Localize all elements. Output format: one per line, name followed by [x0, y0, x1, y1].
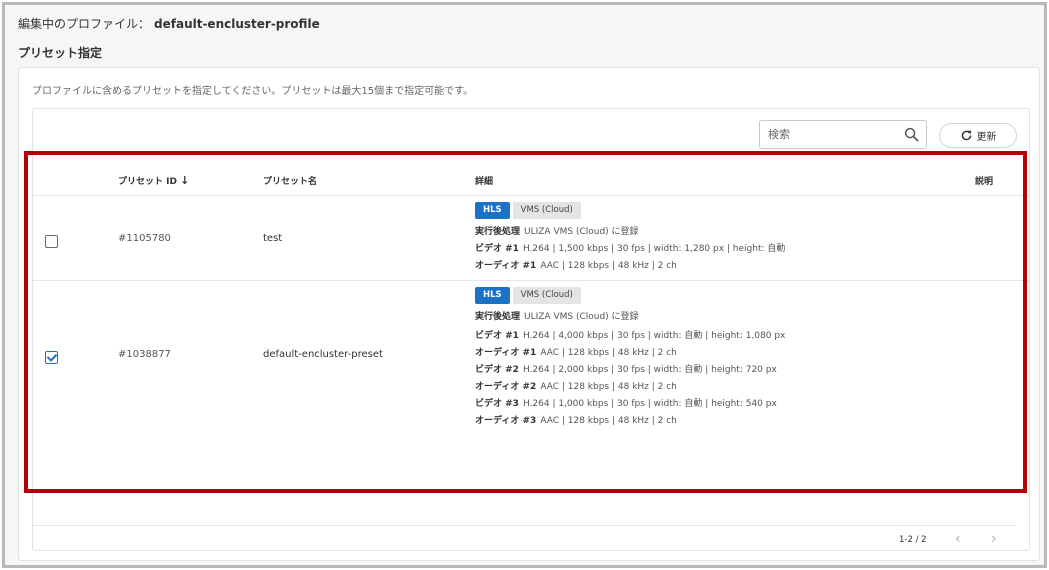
column-header-preset-name: プリセット名 [263, 177, 318, 187]
vms-badge: VMS (Cloud) [512, 287, 581, 304]
chevron-right-icon[interactable]: › [991, 531, 997, 547]
refresh-label: 更新 [976, 132, 997, 143]
detail-line: オーディオ #1 AAC | 128 kbps | 48 kHz | 2 ch [475, 345, 785, 362]
sort-down-arrow-icon: ↓ [180, 174, 190, 187]
detail-line: オーディオ #1 AAC | 128 kbps | 48 kHz | 2 ch [475, 258, 785, 275]
row-checkbox-cell [45, 233, 58, 252]
detail-line: 実行後処理 ULIZA VMS (Cloud) に登録 [475, 224, 785, 241]
section-title: プリセット指定 [18, 46, 103, 60]
table-row[interactable]: #1038877 default-encluster-preset HLS VM… [33, 281, 1029, 489]
table-footer: 1-2 / 2 ‹ › [33, 525, 1016, 551]
detail-value: AAC | 128 kbps | 48 kHz | 2 ch [540, 348, 677, 358]
detail-value: AAC | 128 kbps | 48 kHz | 2 ch [540, 382, 677, 392]
detail-line: オーディオ #2 AAC | 128 kbps | 48 kHz | 2 ch [475, 379, 785, 396]
refresh-button[interactable]: 更新 [939, 123, 1017, 148]
refresh-icon [961, 130, 971, 141]
detail-key: 実行後処理 [475, 312, 521, 322]
detail-value: H.264 | 2,000 kbps | 30 fps | width: 自動 … [522, 365, 777, 375]
detail-value: H.264 | 1,500 kbps | 30 fps | width: 1,2… [522, 244, 786, 254]
detail-key: ビデオ #1 [475, 244, 519, 254]
badge-group: HLS VMS (Cloud) [475, 287, 785, 304]
detail-line: オーディオ #3 AAC | 128 kbps | 48 kHz | 2 ch [475, 413, 785, 430]
column-header-detail: 詳細 [475, 177, 494, 187]
preset-id: #1105780 [118, 233, 171, 244]
preset-card: プロファイルに含めるプリセットを指定してください。プリセットは最大15個まで指定… [18, 67, 1040, 561]
detail-value: H.264 | 1,000 kbps | 30 fps | width: 自動 … [522, 399, 777, 409]
detail-key: ビデオ #2 [475, 365, 519, 375]
preset-name: test [263, 233, 283, 244]
preset-detail: HLS VMS (Cloud) 実行後処理 ULIZA VMS (Cloud) に… [475, 287, 785, 430]
detail-line: ビデオ #3 H.264 | 1,000 kbps | 30 fps | widt… [475, 396, 785, 413]
hls-badge: HLS [475, 202, 510, 219]
preset-table-panel: 更新 プリセット ID ↓ プリセット名 詳細 説明 #1105780 test [32, 108, 1030, 551]
detail-value: ULIZA VMS (Cloud) に登録 [524, 227, 639, 237]
detail-value: AAC | 128 kbps | 48 kHz | 2 ch [540, 261, 677, 271]
hls-badge: HLS [475, 287, 510, 304]
preset-id: #1038877 [118, 349, 171, 360]
vms-badge: VMS (Cloud) [512, 202, 581, 219]
detail-key: オーディオ #2 [475, 382, 537, 392]
detail-line: 実行後処理 ULIZA VMS (Cloud) に登録 [475, 309, 785, 326]
column-header-description: 説明 [975, 177, 994, 187]
row-checkbox[interactable] [45, 235, 58, 248]
profile-name: default-encluster-profile [154, 17, 320, 31]
preset-detail: HLS VMS (Cloud) 実行後処理 ULIZA VMS (Cloud) に… [475, 202, 785, 275]
profile-line: 編集中のプロファイル： default-encluster-profile [18, 15, 320, 32]
table-row[interactable]: #1105780 test HLS VMS (Cloud) 実行後処理 ULIZA… [33, 196, 1029, 281]
column-header-preset-id[interactable]: プリセット ID ↓ [118, 174, 189, 187]
detail-line: ビデオ #1 H.264 | 1,500 kbps | 30 fps | widt… [475, 241, 785, 258]
detail-key: ビデオ #1 [475, 331, 519, 341]
detail-value: AAC | 128 kbps | 48 kHz | 2 ch [540, 416, 677, 426]
page-frame: 編集中のプロファイル： default-encluster-profile プリセ… [2, 2, 1047, 568]
card-description: プロファイルに含めるプリセットを指定してください。プリセットは最大15個まで指定… [32, 86, 474, 97]
column-header-label: プリセット ID [118, 177, 177, 187]
search-box [759, 120, 927, 149]
detail-line: ビデオ #2 H.264 | 2,000 kbps | 30 fps | widt… [475, 362, 785, 379]
detail-key: 実行後処理 [475, 227, 521, 237]
search-input[interactable] [760, 121, 900, 148]
preset-table: プリセット ID ↓ プリセット名 詳細 説明 #1105780 test HL… [33, 162, 1029, 489]
detail-key: オーディオ #1 [475, 348, 537, 358]
row-checkbox-cell [45, 349, 58, 368]
chevron-left-icon[interactable]: ‹ [955, 531, 961, 547]
detail-key: オーディオ #3 [475, 416, 537, 426]
detail-key: ビデオ #3 [475, 399, 519, 409]
detail-key: オーディオ #1 [475, 261, 537, 271]
search-icon[interactable] [904, 127, 919, 142]
detail-value: ULIZA VMS (Cloud) に登録 [524, 312, 639, 322]
detail-value: H.264 | 4,000 kbps | 30 fps | width: 自動 … [522, 331, 786, 341]
detail-line: ビデオ #1 H.264 | 4,000 kbps | 30 fps | widt… [475, 328, 785, 345]
row-checkbox-checked[interactable] [45, 351, 58, 364]
preset-name: default-encluster-preset [263, 349, 383, 360]
table-header: プリセット ID ↓ プリセット名 詳細 説明 [33, 162, 1029, 196]
profile-label: 編集中のプロファイル： [18, 17, 151, 31]
badge-group: HLS VMS (Cloud) [475, 202, 785, 219]
pager-count: 1-2 / 2 [899, 535, 927, 545]
